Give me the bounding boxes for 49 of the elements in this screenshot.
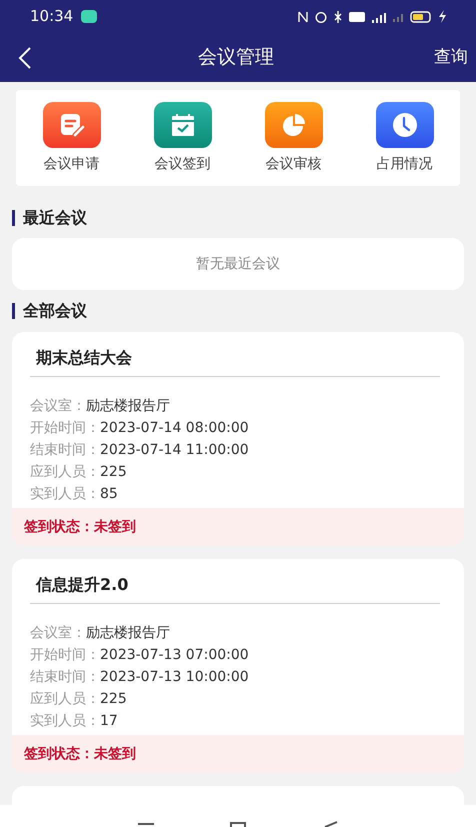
meeting-title: 期末总结大会	[36, 347, 133, 369]
field-label: 实到人员：	[30, 484, 100, 504]
meeting-card[interactable]: 期末总结大会 会议室：励志楼报告厅 开始时间：2023-07-14 08:00:00 结束时间：2023-07-14 11:00:00 应到人员：225 实到人员：85 签到状态：未签到	[12, 332, 464, 546]
field-label: 应到人员：	[30, 690, 100, 708]
field-label: 实到人员：	[30, 712, 100, 730]
charging-icon	[439, 10, 446, 23]
field-value: 励志楼报告厅	[86, 396, 170, 416]
signal-icon	[393, 12, 403, 22]
section-title: 最近会议	[23, 207, 87, 229]
alarm-icon	[315, 10, 327, 22]
clock-icon	[390, 110, 418, 138]
chat-app-icon	[81, 10, 98, 23]
status-value: 未签到	[94, 744, 136, 764]
quick-menu-item[interactable]: 占用情况	[349, 90, 460, 186]
section-title: 全部会议	[23, 300, 87, 322]
status-time: 10:34	[30, 6, 74, 28]
field-value: 2023-07-14 08:00:00	[100, 418, 249, 438]
field-label: 会议室：	[30, 396, 86, 416]
meeting-title: 信息提升2.0	[36, 574, 130, 596]
query-button[interactable]: 查询	[434, 44, 468, 70]
field-value: 85	[100, 484, 118, 504]
field-label: 会议室：	[30, 624, 86, 642]
bluetooth-icon	[334, 10, 342, 22]
page-title: 会议管理	[197, 45, 275, 70]
status-label: 签到状态：	[24, 518, 94, 536]
status-value: 未签到	[94, 518, 136, 536]
field-value: 2023-07-13 10:00:00	[100, 668, 249, 686]
field-label: 应到人员：	[30, 462, 100, 482]
field-label: 结束时间：	[30, 440, 100, 460]
signal-icon	[372, 10, 386, 22]
quick-menu-item[interactable]: 会议签到	[127, 90, 238, 186]
field-value: 17	[100, 712, 118, 730]
field-value: 励志楼报告厅	[86, 624, 170, 642]
field-value: 2023-07-14 11:00:00	[100, 440, 249, 460]
field-value: 225	[100, 462, 127, 482]
menu-icon[interactable]	[137, 821, 155, 827]
nfc-icon	[298, 10, 308, 22]
status-label: 签到状态：	[24, 744, 94, 764]
field-label: 开始时间：	[30, 418, 100, 438]
battery-icon	[410, 10, 432, 22]
quick-menu-item[interactable]: 会议申请	[16, 90, 127, 186]
meeting-card[interactable]: 信息提升2.0 会议室：励志楼报告厅 开始时间：2023-07-13 07:00:00 结束时间：2023-07-13 10:00:00 应到人员：225 实到人员：17 签到状态：未签到	[12, 559, 464, 773]
quick-menu-item[interactable]: 会议审核	[238, 90, 349, 186]
field-label: 结束时间：	[30, 668, 100, 686]
empty-text: 暂无最近会议	[196, 254, 280, 274]
field-label: 开始时间：	[30, 646, 100, 664]
home-icon[interactable]	[229, 821, 247, 827]
field-value: 2023-07-13 07:00:00	[100, 646, 249, 664]
field-value: 225	[100, 690, 127, 708]
